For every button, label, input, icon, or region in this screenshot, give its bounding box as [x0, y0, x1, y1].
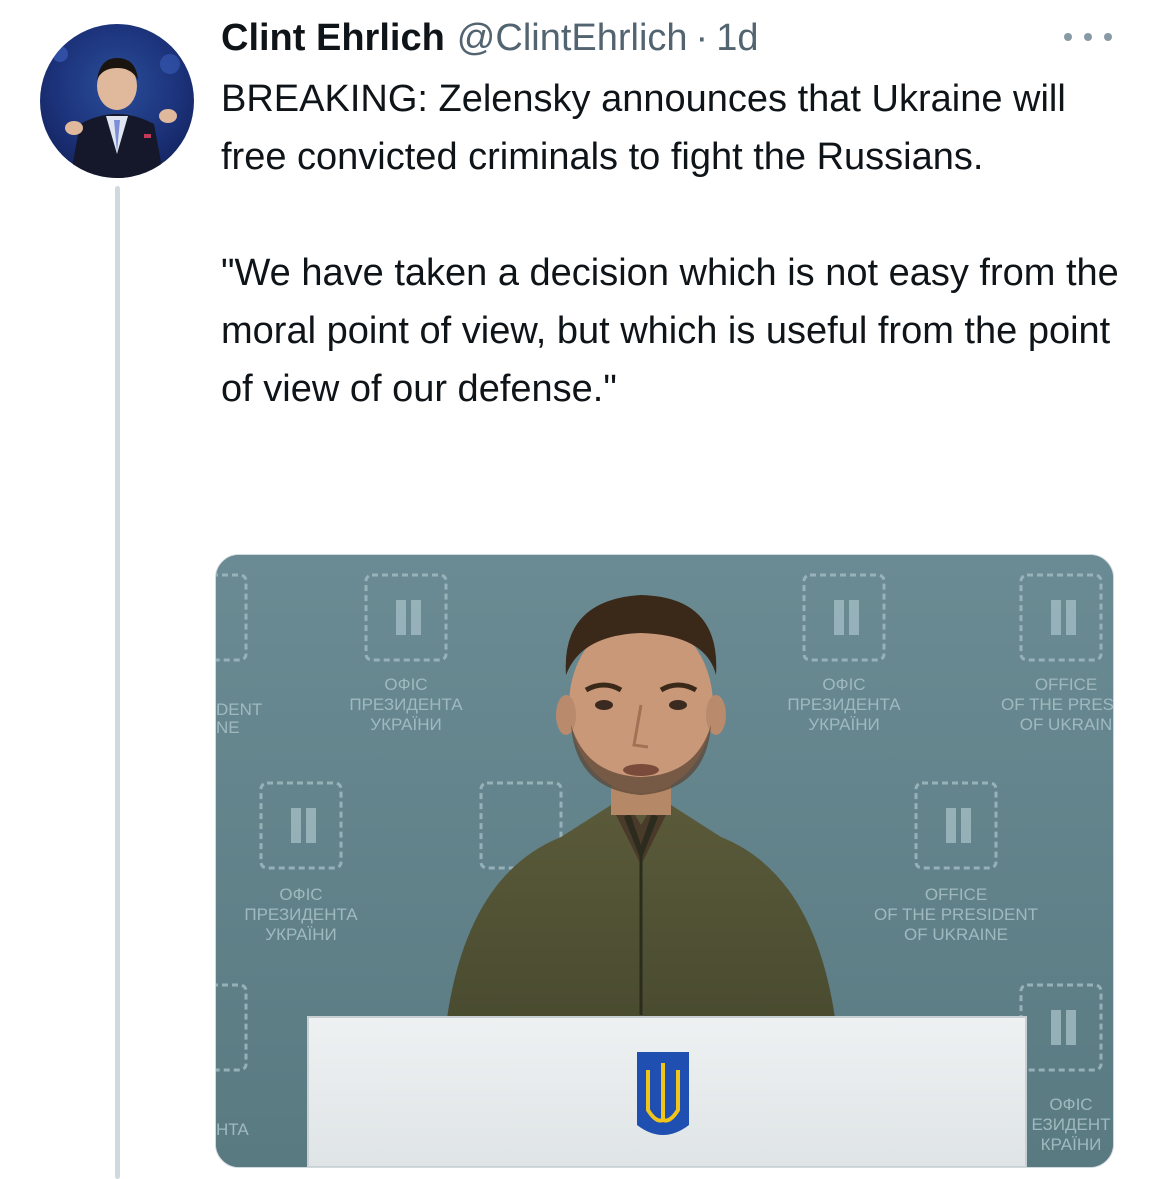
more-dot	[1084, 33, 1092, 41]
more-horizontal-icon[interactable]	[1064, 22, 1112, 52]
separator: ·	[695, 16, 709, 59]
backdrop-text-ne: NE	[216, 718, 240, 737]
backdrop-text-prezydenta: ПРЕЗИДЕНТА	[349, 695, 463, 714]
more-dot	[1064, 33, 1072, 41]
backdrop-text-office: OFFICE	[1035, 675, 1097, 694]
backdrop-text-ofic: ОФІС	[384, 675, 427, 694]
backdrop-text-office: OFFICE	[925, 885, 987, 904]
tweet-text: BREAKING: Zelensky announces that Ukrain…	[221, 70, 1131, 418]
backdrop-text-ofic: ОФІС	[279, 885, 322, 904]
backdrop-text-ofic: ОФІС	[822, 675, 865, 694]
backdrop-text-prezydenta: ПРЕЗИДЕНТА	[244, 905, 358, 924]
profile-avatar[interactable]	[40, 24, 194, 178]
thread-line	[115, 186, 120, 1179]
backdrop-text-of-ukraine: OF UKRAINE	[904, 925, 1008, 944]
more-dot	[1104, 33, 1112, 41]
backdrop-text-dent: DENT	[216, 700, 262, 719]
tweet-header: Clint Ehrlich @ClintEhrlich · 1d	[221, 14, 758, 62]
backdrop-text-ezydent: ЕЗИДЕНТ	[1032, 1115, 1111, 1134]
backdrop-text-ukrainy: УКРАЇНИ	[808, 715, 879, 734]
tweet-text-quote: "We have taken a decision which is not e…	[221, 252, 1119, 410]
backdrop-text-prezydenta: ПРЕЗИДЕНТА	[787, 695, 901, 714]
backdrop-text-ukrainy: УКРАЇНИ	[370, 715, 441, 734]
backdrop-text-hta: HTA	[216, 1120, 249, 1139]
tweet-media-photo[interactable]: ОФІС ПРЕЗИДЕНТА УКРАЇНИ ОФІС ПРЕЗИДЕНТА …	[215, 554, 1114, 1168]
author-name[interactable]: Clint Ehrlich	[221, 17, 445, 60]
backdrop-text-of-ukrain: OF UKRAIN	[1020, 715, 1113, 734]
tweet-text-line1: BREAKING: Zelensky announces that Ukrain…	[221, 78, 1066, 178]
tweet[interactable]: Clint Ehrlich @ClintEhrlich · 1d BREAKIN…	[0, 0, 1163, 1179]
backdrop-text-of-the-presid: OF THE PRESID	[1001, 695, 1113, 714]
backdrop-text-krainy: КРАЇНИ	[1041, 1135, 1102, 1154]
backdrop-text-ukrainy: УКРАЇНИ	[265, 925, 336, 944]
author-handle[interactable]: @ClintEhrlich	[457, 17, 688, 60]
backdrop-text-ofic: ОФІС	[1049, 1095, 1092, 1114]
timestamp[interactable]: 1d	[716, 17, 758, 60]
backdrop-text-of-the-president: OF THE PRESIDENT	[874, 905, 1038, 924]
